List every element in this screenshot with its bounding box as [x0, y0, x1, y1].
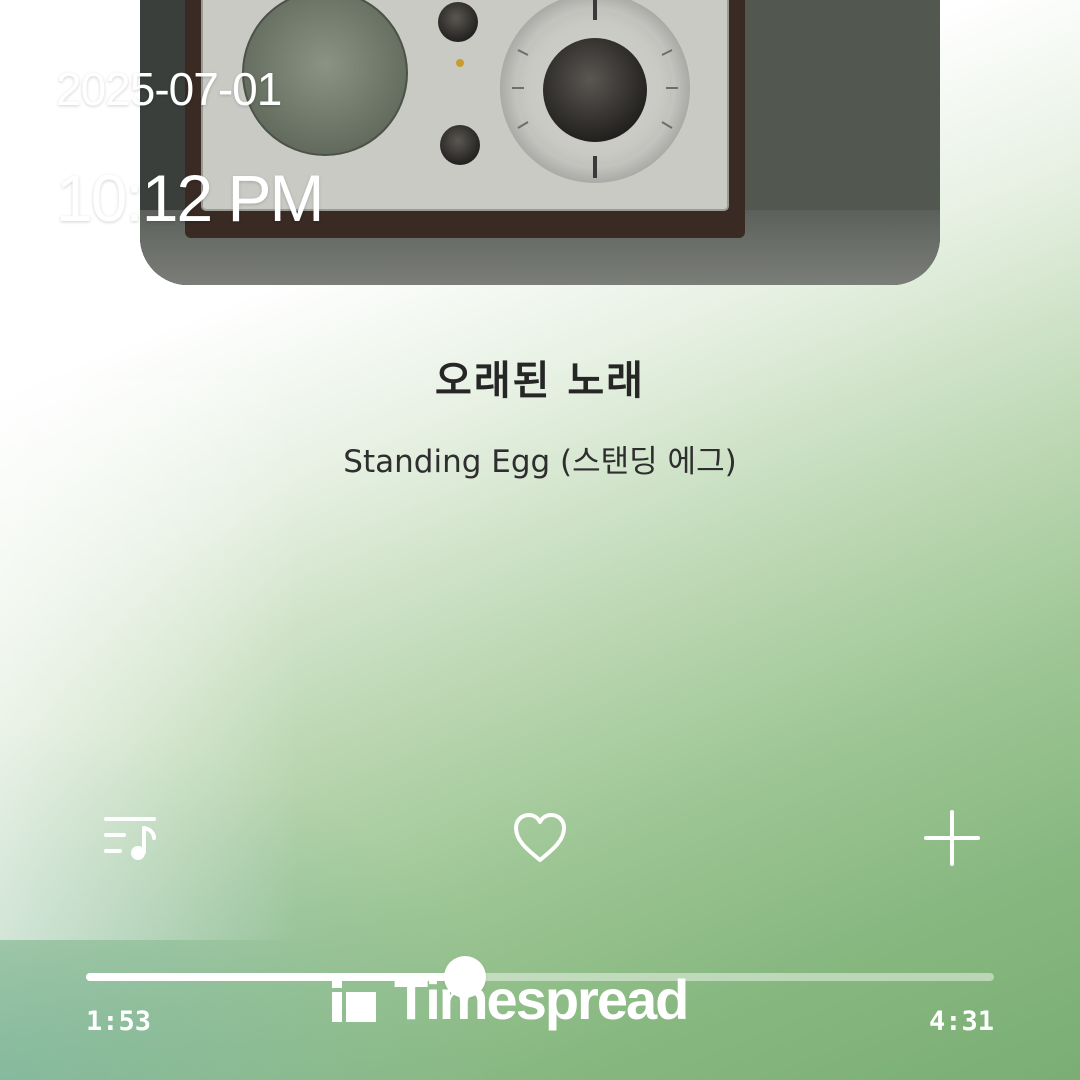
playlist-button[interactable] — [98, 808, 162, 868]
add-button[interactable] — [918, 808, 982, 868]
watermark-text: Timespread — [394, 968, 689, 1031]
radio-illustration — [140, 0, 940, 285]
song-artist[interactable]: Standing Egg (스탠딩 에그) — [0, 436, 1080, 481]
date-label: 2025-07-01 — [56, 63, 282, 115]
album-art — [140, 0, 940, 285]
time-label: 10:12 PM — [56, 161, 324, 235]
plus-icon — [924, 810, 980, 866]
total-time: 4:31 — [928, 1006, 994, 1037]
elapsed-time: 1:53 — [86, 1006, 152, 1037]
watermark-logo-icon — [332, 978, 376, 1022]
heart-outline-icon — [514, 813, 566, 862]
watermark: Timespread — [330, 968, 689, 1031]
like-button[interactable] — [508, 808, 572, 868]
playlist-music-icon — [104, 817, 156, 860]
song-title: 오래된 노래 — [435, 358, 645, 404]
